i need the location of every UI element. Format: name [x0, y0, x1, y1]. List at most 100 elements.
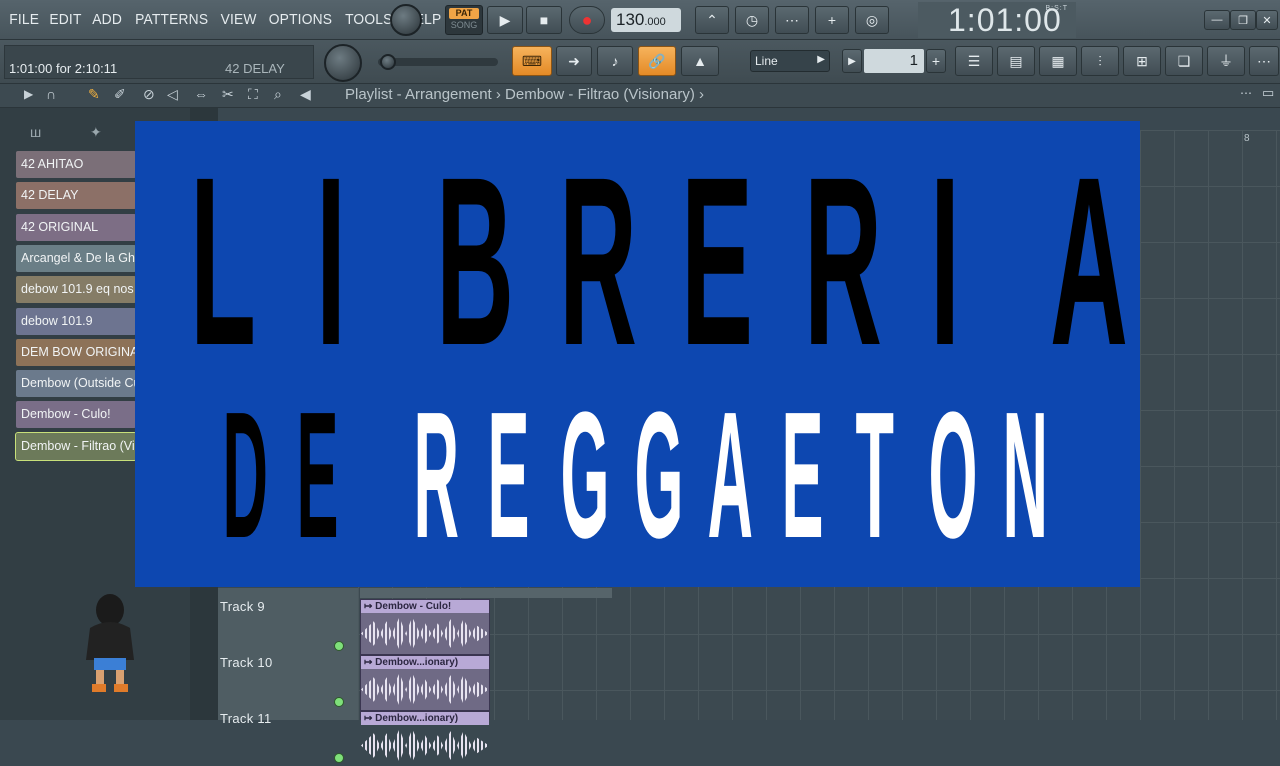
menu-add[interactable]: ADD: [89, 6, 126, 34]
ruler-bar-number: 8: [1244, 133, 1250, 144]
add-pattern-button[interactable]: +: [926, 49, 946, 73]
hat-button[interactable]: ▲: [681, 46, 719, 76]
stop-button[interactable]: ■: [526, 6, 562, 34]
audio-clip[interactable]: ↦ Dembow...ionary): [360, 655, 490, 711]
minimize-icon: —: [1211, 14, 1223, 26]
browser-item[interactable]: 42 AHITAO: [16, 151, 136, 178]
banner-space: [360, 386, 371, 566]
piano-roll-window-button[interactable]: ▤: [997, 46, 1035, 76]
clip-label: ↦ Dembow...ionary): [361, 656, 489, 669]
step-edit-icon: +: [827, 12, 837, 28]
browser-item[interactable]: Dembow (Outside Cut): [16, 370, 136, 398]
track-name[interactable]: Track 10: [220, 655, 273, 670]
magnet-icon[interactable]: ∩: [46, 86, 56, 102]
track-name[interactable]: Track 11: [220, 711, 272, 726]
menu-edit[interactable]: EDIT: [46, 6, 86, 34]
browser-item[interactable]: Dembow - Culo!: [16, 401, 136, 429]
audio-clip[interactable]: ↦ Dembow - Culo!: [360, 599, 490, 655]
countdown-button[interactable]: ⋯: [775, 6, 809, 34]
waveform-icon[interactable]: ✦: [90, 124, 102, 141]
typing-keyboard-button[interactable]: ⌨: [512, 46, 552, 76]
arrow-button[interactable]: ➜: [556, 46, 592, 76]
plus-icon: +: [931, 53, 941, 69]
master-volume-slider[interactable]: [378, 58, 498, 66]
slip-icon[interactable]: ⇔: [194, 86, 208, 102]
dropdown-arrow-icon: ▶: [817, 54, 825, 65]
pencil-icon[interactable]: ✎: [88, 86, 100, 103]
menu-patterns[interactable]: PATTERNS: [131, 6, 211, 34]
minimize-button[interactable]: —: [1204, 10, 1230, 30]
browser-item[interactable]: Dembow - Filtrao (Visionary): [15, 431, 137, 461]
close-icon: ✕: [1262, 14, 1272, 27]
zoom-icon[interactable]: ⌕: [274, 86, 282, 103]
more-button[interactable]: ⋯: [1249, 46, 1279, 76]
slider-handle[interactable]: [380, 54, 396, 70]
window-close-icon[interactable]: ▭: [1262, 85, 1274, 101]
playlist-window-button[interactable]: ☰: [955, 46, 993, 76]
browser-menu-icon[interactable]: ▶: [24, 87, 33, 101]
brush-icon[interactable]: ✐: [114, 86, 126, 103]
metronome-icon: ⌃: [706, 11, 718, 28]
record-button[interactable]: ●: [569, 6, 605, 34]
banner-letter: N: [1002, 375, 1048, 576]
mute-icon[interactable]: ◁: [167, 86, 178, 103]
delete-icon[interactable]: ⊘: [143, 86, 155, 103]
banner-letter: I: [930, 127, 961, 395]
pattern-number[interactable]: 1: [864, 49, 924, 73]
banner-letter: G: [560, 375, 610, 576]
banner-letter: R: [558, 127, 637, 395]
plug-icon: ⏚: [1219, 53, 1233, 69]
recording-button[interactable]: ♪: [597, 46, 633, 76]
clip-label: ↦ Dembow...ionary): [361, 712, 489, 725]
browser-item[interactable]: Arcangel & De la Ghetto: [16, 244, 136, 272]
menu-bar: FILE EDIT ADD PATTERNS VIEW OPTIONS TOOL…: [4, 6, 447, 34]
metronome-button[interactable]: ⌃: [695, 6, 729, 34]
wait-icon: ◷: [745, 11, 759, 28]
close-button[interactable]: ✕: [1256, 10, 1278, 30]
wait-input-button[interactable]: ◷: [735, 6, 769, 34]
blend-notes-button[interactable]: ◎: [855, 6, 889, 34]
browser-item[interactable]: 42 ORIGINAL: [16, 213, 136, 241]
channel-rack-window-button[interactable]: ▦: [1039, 46, 1077, 76]
browser-item[interactable]: 42 DELAY: [16, 182, 136, 210]
banner-letter: E: [296, 375, 339, 576]
pat-song-toggle[interactable]: PAT SONG: [445, 5, 483, 35]
mixer-window-button[interactable]: ⫶: [1081, 46, 1119, 76]
slice-icon[interactable]: ✂: [222, 86, 234, 103]
plugin-button[interactable]: ⏚: [1207, 46, 1245, 76]
snap-select[interactable]: Line ▶: [750, 50, 830, 72]
browser-window-button[interactable]: ⊞: [1123, 46, 1161, 76]
hat-icon: ▲: [693, 53, 707, 69]
track-enable-led[interactable]: [334, 641, 344, 651]
master-volume-knob[interactable]: [390, 4, 422, 36]
browser-item[interactable]: debow 101.9 eq nos: [16, 276, 136, 304]
menu-tools[interactable]: TOOLS: [342, 6, 397, 34]
clip-row-8[interactable]: [360, 588, 612, 598]
play-button[interactable]: ▶: [487, 6, 523, 34]
options-icon[interactable]: ⋯: [1240, 86, 1252, 100]
track-enable-led[interactable]: [334, 753, 344, 763]
master-pitch-knob[interactable]: [324, 44, 362, 82]
maximize-button[interactable]: ❐: [1230, 10, 1256, 30]
track-name[interactable]: Track 9: [220, 599, 265, 614]
tempo-display[interactable]: 130.000: [611, 8, 681, 32]
piano-icon[interactable]: ш: [30, 124, 41, 140]
project-button[interactable]: ❏: [1165, 46, 1203, 76]
step-edit-button[interactable]: +: [815, 6, 849, 34]
step-back-button[interactable]: ▶: [842, 49, 862, 73]
browser-item[interactable]: debow 101.9: [16, 307, 136, 335]
browser-item[interactable]: DEM BOW ORIGINAL: [16, 338, 136, 366]
banner-letter: L: [190, 127, 256, 395]
hint-time: 1:01:00 for 2:10:11: [9, 61, 118, 76]
waveform: [361, 729, 489, 762]
select-icon[interactable]: ⛶: [248, 86, 258, 103]
link-button[interactable]: 🔗: [638, 46, 676, 76]
menu-file[interactable]: FILE: [6, 6, 43, 34]
arrow-right-icon: ➜: [568, 52, 580, 69]
menu-view[interactable]: VIEW: [217, 6, 260, 34]
audio-clip[interactable]: ↦ Dembow...ionary): [360, 711, 490, 762]
song-time-display[interactable]: 1:01:00 B:S:T: [918, 2, 1076, 38]
menu-options[interactable]: OPTIONS: [265, 6, 336, 34]
playback-icon[interactable]: ◀: [300, 86, 311, 103]
track-enable-led[interactable]: [334, 697, 344, 707]
